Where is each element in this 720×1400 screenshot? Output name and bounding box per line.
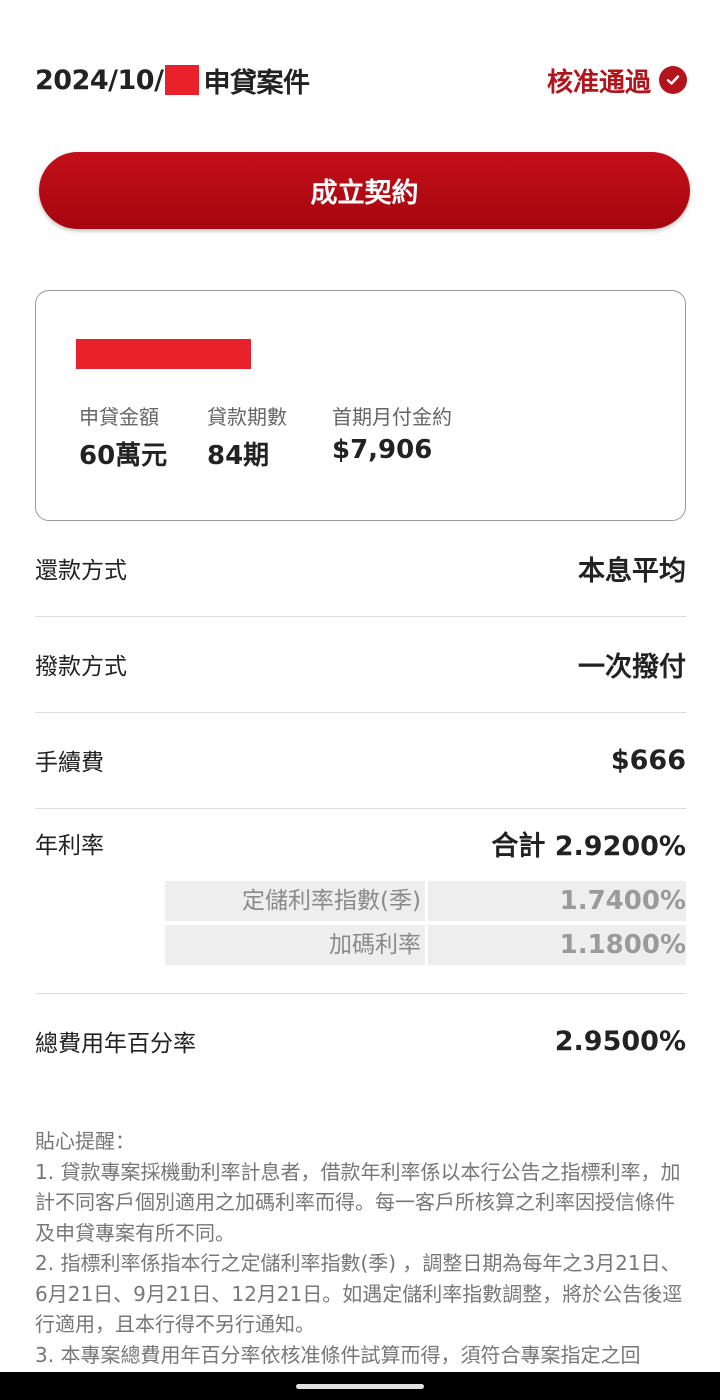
base-rate-label: 定儲利率指數(季) [165,881,425,921]
base-rate-row: 定儲利率指數(季) 1.7400% [165,881,686,921]
loan-summary-card: 申貸金額 60萬元 貸款期數 84期 首期月付金約 $7,906 [35,290,686,521]
first-payment: 首期月付金約 $7,906 [332,401,452,465]
application-header: 2024/10/ 申貸案件 核准通過 [35,58,687,102]
divider [35,616,686,617]
divider [35,993,686,994]
redacted-bar [76,339,251,369]
disbursement-method-label: 撥款方式 [35,654,127,680]
note-item: 1. 貸款專案採機動利率計息者，借款年利率係以本行公告之指標利率，加計不同客戶個… [35,1159,681,1245]
fee-label: 手續費 [35,750,104,776]
divider [35,712,686,713]
first-payment-value: $7,906 [332,435,433,465]
check-circle-icon [659,66,687,94]
redacted-block [165,65,200,95]
loan-term-label: 貸款期數 [207,405,287,429]
application-date-prefix: 2024/10/ [35,64,164,96]
note-item: 2. 指標利率係指本行之定儲利率指數(季) ，調整日期為每年之3月21日、6月2… [35,1251,683,1336]
disbursement-method-row: 撥款方式 一次撥付 [35,644,686,684]
home-indicator[interactable] [296,1384,424,1389]
apr-value: 2.9500% [554,1025,686,1057]
repayment-method-row: 還款方式 本息平均 [35,548,686,588]
annual-rate-row: 年利率 合計 2.9200% [35,823,686,863]
repayment-method-value: 本息平均 [578,555,686,587]
divider [35,808,686,809]
reminder-notes: 貼心提醒： 1. 貸款專案採機動利率計息者，借款年利率係以本行公告之指標利率，加… [35,1126,686,1370]
fee-value: $666 [610,744,686,776]
first-payment-label: 首期月付金約 [332,405,452,429]
markup-rate-row: 加碼利率 1.1800% [165,925,686,965]
application-title-suffix: 申貸案件 [203,67,310,99]
base-rate-value: 1.7400% [428,881,686,921]
loan-amount-value: 60萬元 [79,441,168,471]
markup-rate-label: 加碼利率 [165,925,425,965]
loan-term-value: 84期 [207,441,270,471]
repayment-method-label: 還款方式 [35,558,127,584]
system-navigation-bar [0,1372,720,1400]
notes-title: 貼心提醒： [35,1129,135,1153]
loan-amount: 申貸金額 60萬元 [79,401,167,472]
apr-label: 總費用年百分率 [35,1031,196,1057]
annual-rate-label: 年利率 [35,833,104,859]
loan-term: 貸款期數 84期 [207,401,287,472]
annual-rate-total: 合計 2.9200% [491,830,686,862]
application-title: 2024/10/ 申貸案件 [35,61,310,100]
disbursement-method-value: 一次撥付 [578,651,686,683]
apr-row: 總費用年百分率 2.9500% [35,1021,686,1061]
note-item: 3. 本專案總費用年百分率依核准條件試算而得，須符合專案指定之回 [35,1342,641,1367]
establish-contract-button[interactable]: 成立契約 [39,152,690,229]
loan-amount-label: 申貸金額 [79,405,159,429]
approval-status: 核准通過 [547,62,687,99]
markup-rate-value: 1.1800% [428,925,686,965]
fee-row: 手續費 $666 [35,740,686,780]
approval-status-label: 核准通過 [546,67,651,98]
